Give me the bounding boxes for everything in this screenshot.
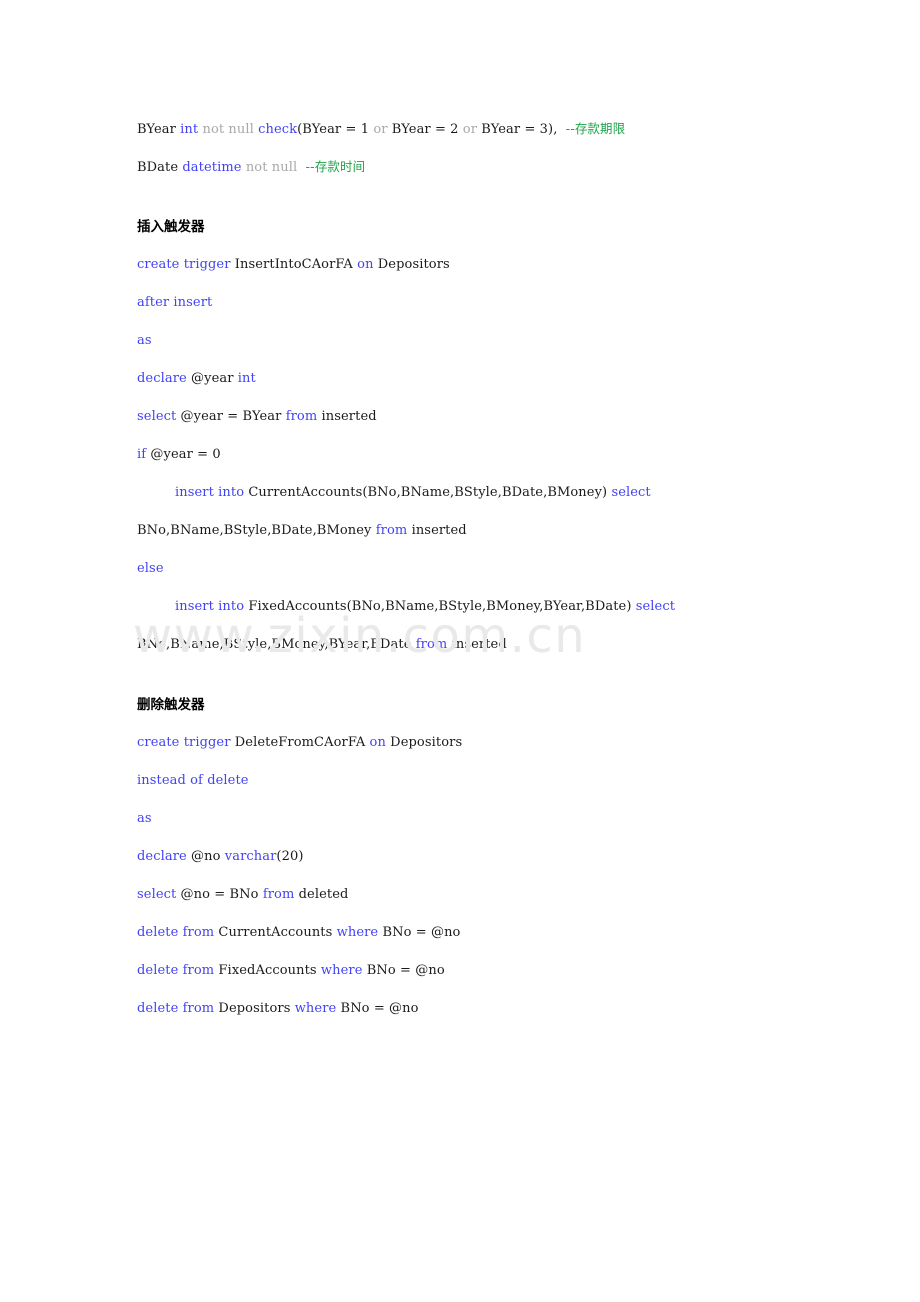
insert-current-target: CurrentAccounts(BNo,BName,BStyle,BDate,B… [244, 485, 612, 500]
delete-current-condition: BNo = @no [378, 925, 461, 940]
insert-trigger-table: Depositors [373, 257, 450, 272]
document-content: BYear int not null check(BYear = 1 or BY… [137, 110, 837, 1028]
insert-fixed-target: FixedAccounts(BNo,BName,BStyle,BMoney,BY… [244, 599, 636, 614]
declare-no-type: varchar [224, 849, 277, 864]
byear-or-keyword-1: or [373, 122, 388, 137]
code-line-after-insert: after insert [137, 284, 837, 322]
byear-or-keyword-2: or [462, 122, 478, 137]
delete-trigger-table: Depositors [385, 735, 463, 750]
as-keyword-2: as [137, 811, 152, 826]
code-line-as-2: as [137, 800, 837, 838]
declare-keyword-2: declare [137, 849, 187, 864]
heading-delete-trigger: 删除触发器 [137, 697, 205, 713]
code-line-insert-fixed-accounts-cont: BNo,BName,BStyle,BMoney,BYear,BDate from… [137, 626, 837, 664]
after-insert-keyword: after insert [137, 295, 213, 310]
select-keyword-1: select [137, 409, 177, 424]
byear-check-expr-3: BYear = 3), [477, 122, 558, 137]
code-line-bdate-column: BDate datetime not null --存款时间 [137, 148, 837, 186]
where-keyword-3: where [294, 1001, 337, 1016]
select-year-expr: @year = BYear [176, 409, 286, 424]
create-trigger-keyword-1: create trigger [137, 257, 231, 272]
insert-current-source: inserted [407, 523, 467, 538]
from-keyword-2: from [375, 523, 408, 538]
from-keyword-3: from [415, 637, 448, 652]
code-line-byear-column: BYear int not null check(BYear = 1 or BY… [137, 110, 837, 148]
select-keyword-3: select [635, 599, 676, 614]
code-line-create-insert-trigger: create trigger InsertIntoCAorFA on Depos… [137, 246, 837, 284]
bdate-name: BDate [137, 160, 183, 175]
delete-from-keyword-2: delete from [137, 963, 215, 978]
select-year-source: inserted [317, 409, 377, 424]
delete-from-keyword-3: delete from [137, 1001, 215, 1016]
if-keyword: if [137, 447, 147, 462]
delete-fixed-condition: BNo = @no [362, 963, 445, 978]
insert-into-keyword-1: insert into [175, 485, 245, 500]
code-line-select-year: select @year = BYear from inserted [137, 398, 837, 436]
heading-insert-trigger: 插入触发器 [137, 219, 205, 235]
bdate-type-keyword: datetime [182, 160, 242, 175]
code-line-delete-depositors: delete from Depositors where BNo = @no [137, 990, 837, 1028]
from-keyword-1: from [285, 409, 318, 424]
bdate-notnull-keyword: not null [241, 160, 302, 175]
code-line-select-no: select @no = BNo from deleted [137, 876, 837, 914]
declare-no-length: (20) [276, 849, 304, 864]
where-keyword-2: where [320, 963, 363, 978]
on-keyword-2: on [369, 735, 386, 750]
document-page: BYear int not null check(BYear = 1 or BY… [0, 0, 920, 1302]
delete-fixed-table: FixedAccounts [214, 963, 321, 978]
insert-into-keyword-2: insert into [175, 599, 245, 614]
section-spacer-2 [137, 664, 837, 686]
delete-depositors-condition: BNo = @no [336, 1001, 419, 1016]
delete-from-keyword-1: delete from [137, 925, 215, 940]
from-keyword-4: from [262, 887, 295, 902]
byear-check-expr-2: BYear = 2 [387, 122, 463, 137]
create-trigger-keyword-2: create trigger [137, 735, 231, 750]
byear-notnull-keyword: not null [198, 122, 259, 137]
select-no-source: deleted [294, 887, 349, 902]
on-keyword-1: on [357, 257, 374, 272]
code-line-insert-current-accounts-cont: BNo,BName,BStyle,BDate,BMoney from inser… [137, 512, 837, 550]
select-keyword-2: select [611, 485, 651, 500]
byear-check-keyword: check [258, 122, 298, 137]
code-line-create-delete-trigger: create trigger DeleteFromCAorFA on Depos… [137, 724, 837, 762]
declare-keyword-1: declare [137, 371, 187, 386]
code-line-declare-no: declare @no varchar(20) [137, 838, 837, 876]
byear-comment: --存款期限 [557, 121, 626, 136]
code-line-else: else [137, 550, 837, 588]
delete-trigger-name: DeleteFromCAorFA [230, 735, 370, 750]
declare-year-var: @year [186, 371, 238, 386]
insert-fixed-source: inserted [447, 637, 507, 652]
delete-current-table: CurrentAccounts [214, 925, 337, 940]
byear-check-expr-1: (BYear = 1 [297, 122, 374, 137]
section-spacer-1 [137, 186, 837, 208]
declare-no-var: @no [186, 849, 225, 864]
insert-fixed-columns: BNo,BName,BStyle,BMoney,BYear,BDate [137, 637, 416, 652]
code-line-instead-of-delete: instead of delete [137, 762, 837, 800]
code-line-declare-year: declare @year int [137, 360, 837, 398]
bdate-comment: --存款时间 [301, 159, 366, 174]
code-line-insert-fixed-accounts: insert into FixedAccounts(BNo,BName,BSty… [137, 588, 837, 626]
else-keyword: else [137, 561, 164, 576]
as-keyword-1: as [137, 333, 152, 348]
declare-year-type: int [237, 371, 256, 386]
code-line-delete-fixed-accounts: delete from FixedAccounts where BNo = @n… [137, 952, 837, 990]
byear-name: BYear [137, 122, 181, 137]
byear-type-keyword: int [180, 122, 199, 137]
code-line-if-year: if @year = 0 [137, 436, 837, 474]
select-no-expr: @no = BNo [176, 887, 263, 902]
insert-current-columns: BNo,BName,BStyle,BDate,BMoney [137, 523, 376, 538]
code-line-insert-current-accounts: insert into CurrentAccounts(BNo,BName,BS… [137, 474, 837, 512]
insert-trigger-name: InsertIntoCAorFA [230, 257, 358, 272]
delete-depositors-table: Depositors [214, 1001, 295, 1016]
select-keyword-4: select [137, 887, 177, 902]
code-line-delete-current-accounts: delete from CurrentAccounts where BNo = … [137, 914, 837, 952]
instead-of-delete-keyword: instead of delete [137, 773, 249, 788]
if-year-condition: @year = 0 [146, 447, 221, 462]
where-keyword-1: where [336, 925, 379, 940]
code-line-as-1: as [137, 322, 837, 360]
